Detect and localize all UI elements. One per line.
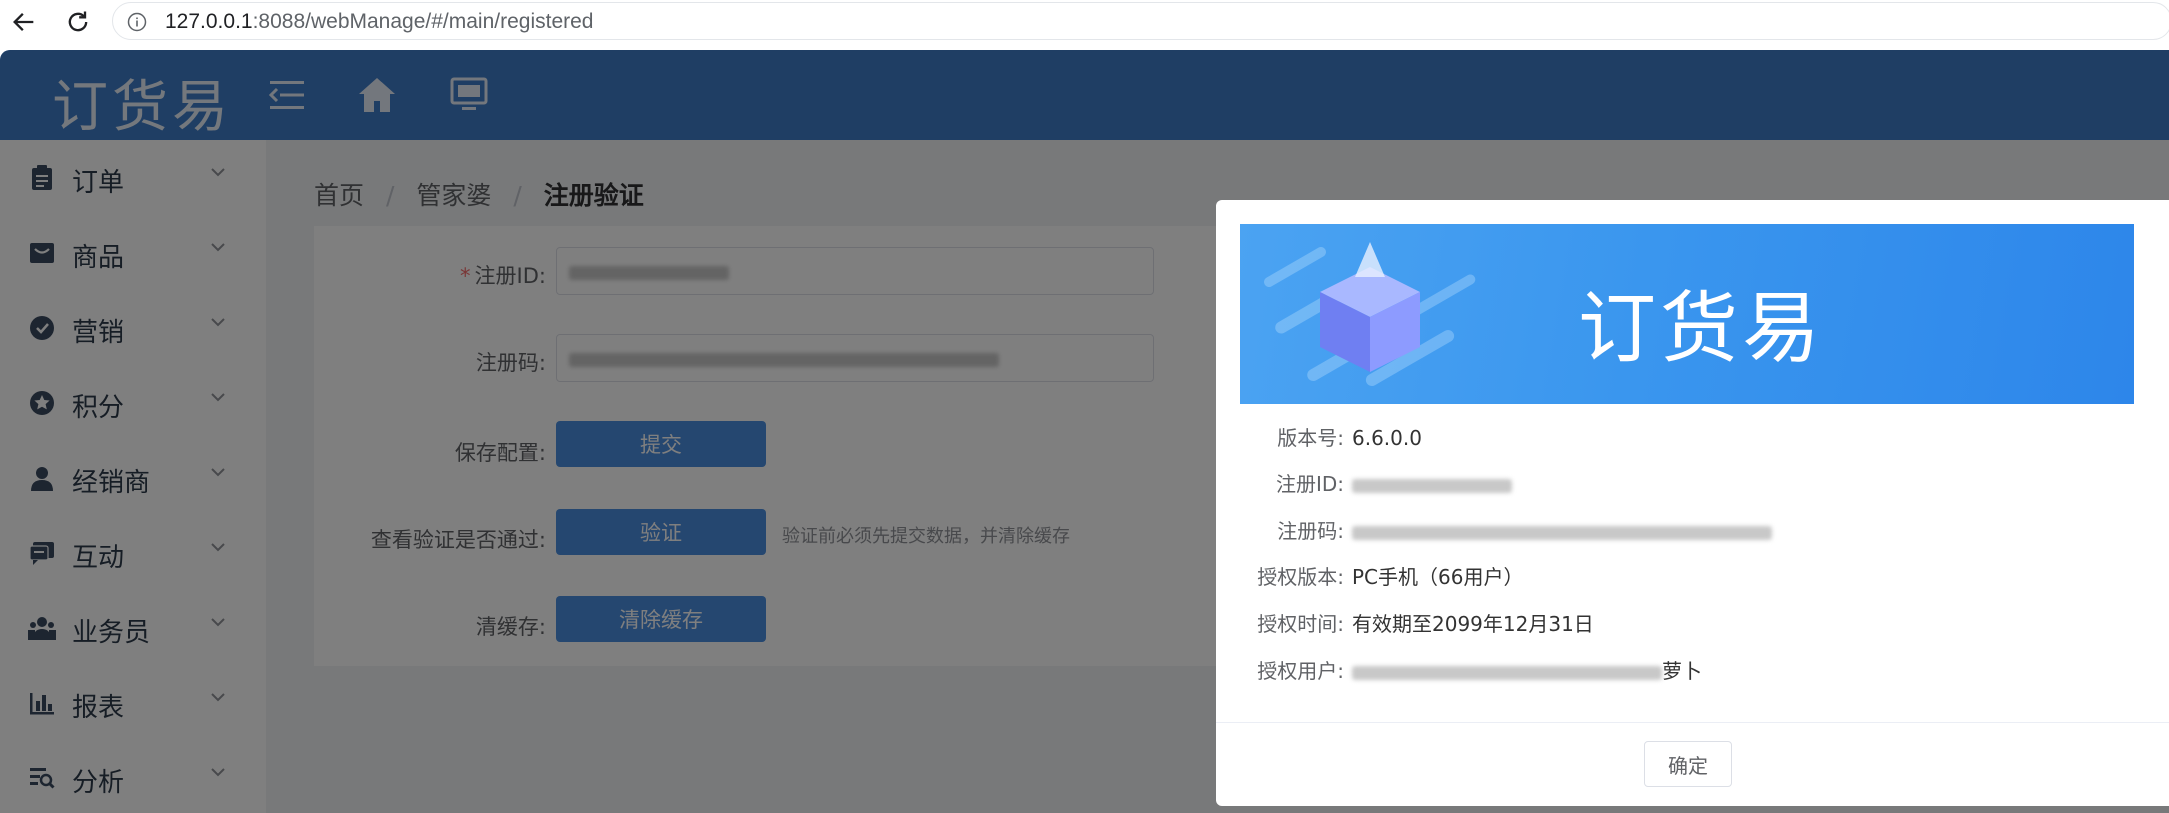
banner-logo: 订货易 <box>1578 284 1825 374</box>
version-label: 版本号: <box>1277 426 1344 450</box>
license-time-value: 有效期至2099年12月31日 <box>1352 612 1594 636</box>
license-edition-label: 授权版本: <box>1257 565 1344 589</box>
redacted-value <box>1352 478 1512 493</box>
license-time-label: 授权时间: <box>1257 612 1344 636</box>
url-path: :8088/webManage/#/main/registered <box>252 10 594 33</box>
redacted-value <box>1352 665 1662 680</box>
redacted-value <box>1352 525 1772 540</box>
back-arrow-icon <box>13 13 34 31</box>
cube-illustration-icon <box>1264 242 1476 386</box>
reload-icon <box>68 11 88 32</box>
dialog-reg-code-label: 注册码: <box>1277 519 1344 543</box>
reg-id-row: 注册ID: <box>1240 468 1512 497</box>
version-value: 6.6.0.0 <box>1352 426 1422 450</box>
registration-info-dialog: 订货易 版本号: 6.6.0.0 注册ID: 注册码: 授权版本: PC手机（66用… <box>1216 200 2169 806</box>
info-icon[interactable] <box>127 12 147 32</box>
dialog-banner: 订货易 <box>1240 224 2134 404</box>
back-button[interactable] <box>6 4 42 40</box>
address-bar[interactable]: 127.0.0.1:8088/webManage/#/main/register… <box>112 2 2169 40</box>
version-row: 版本号: 6.6.0.0 <box>1240 422 1422 451</box>
license-time-row: 授权时间: 有效期至2099年12月31日 <box>1240 608 1594 637</box>
url-text[interactable]: 127.0.0.1:8088/webManage/#/main/register… <box>165 10 593 34</box>
reg-code-row: 注册码: <box>1240 515 1772 544</box>
dialog-reg-id-label: 注册ID: <box>1275 472 1344 496</box>
browser-toolbar: 127.0.0.1:8088/webManage/#/main/register… <box>0 0 2169 44</box>
license-user-label: 授权用户: <box>1257 659 1344 683</box>
url-host: 127.0.0.1 <box>165 10 253 33</box>
license-edition-row: 授权版本: PC手机（66用户） <box>1240 561 1523 590</box>
dialog-footer: 确定 <box>1216 722 2169 807</box>
license-user-suffix: 萝卜 <box>1662 659 1702 683</box>
license-user-row: 授权用户: 萝卜 <box>1240 655 1702 684</box>
confirm-button[interactable]: 确定 <box>1644 741 1732 787</box>
license-edition-value: PC手机（66用户） <box>1352 565 1524 589</box>
reload-button[interactable] <box>60 4 96 40</box>
